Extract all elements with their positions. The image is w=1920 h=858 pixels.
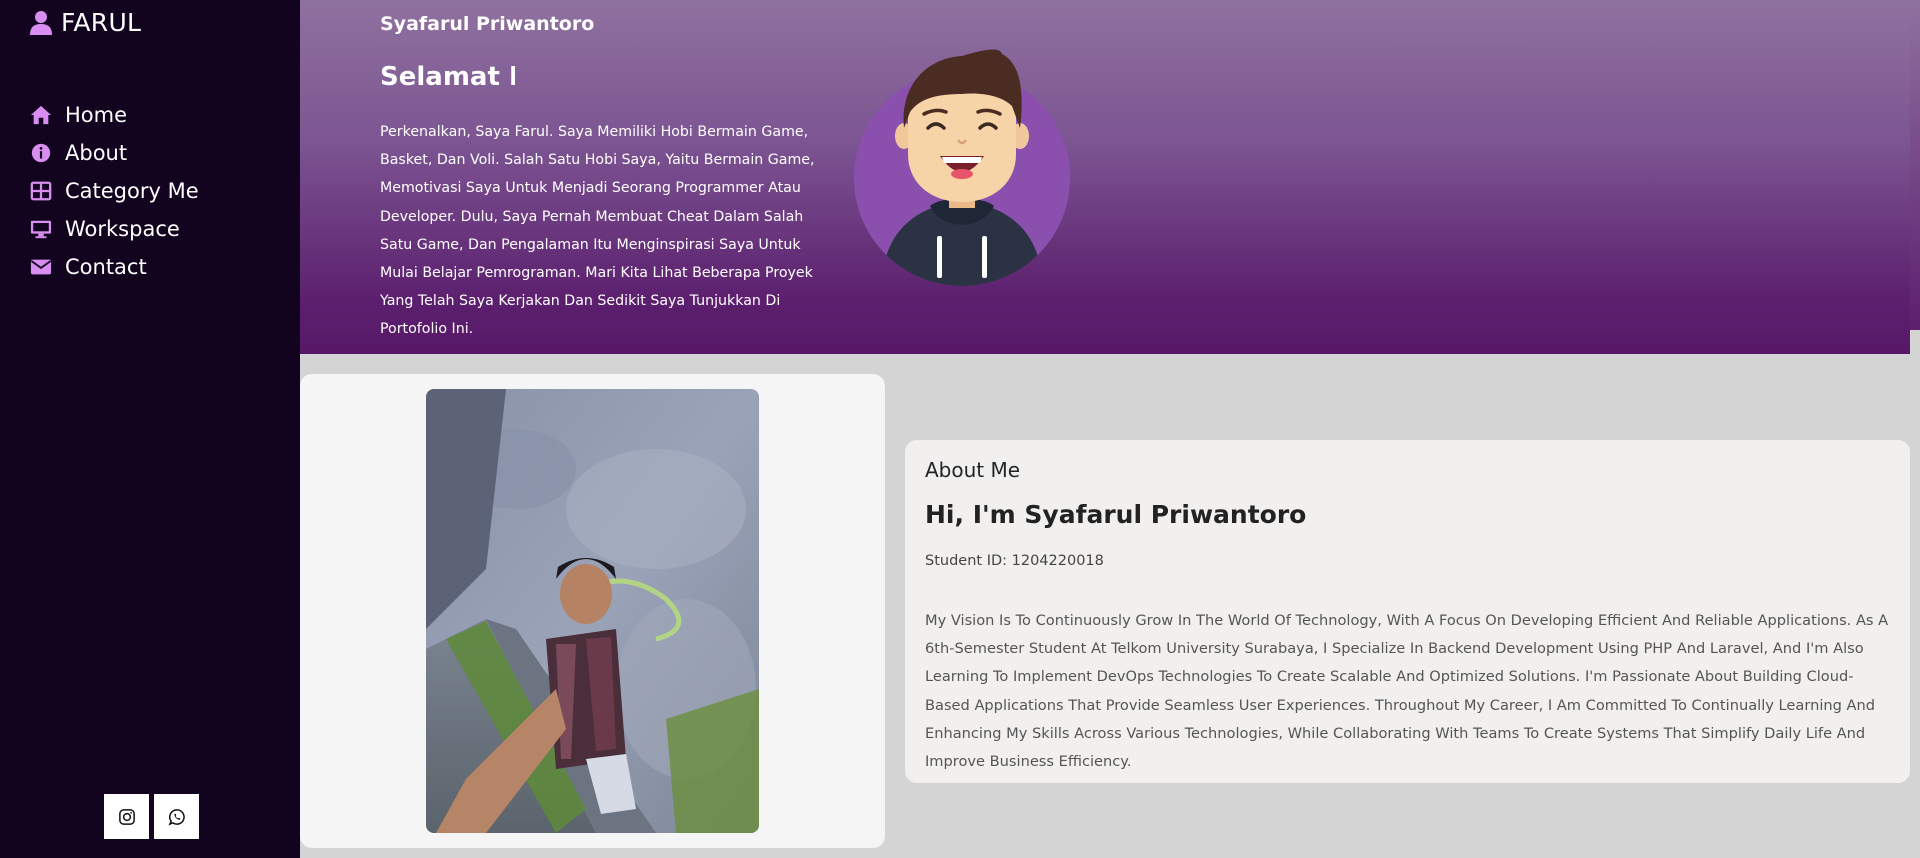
sidebar-item-label: Home bbox=[65, 103, 128, 127]
sidebar-item-contact[interactable]: Contact bbox=[29, 248, 199, 286]
social-links bbox=[104, 794, 199, 839]
avatar-illustration bbox=[852, 46, 1072, 286]
hero-section: Syafarul Priwantoro Selamat D Perkenalka… bbox=[300, 0, 1910, 354]
student-id: Student ID: 1204220018 bbox=[925, 553, 1104, 569]
sidebar-item-about[interactable]: About bbox=[29, 134, 199, 172]
sidebar-item-label: Contact bbox=[65, 255, 147, 279]
sidebar-item-label: About bbox=[65, 141, 128, 165]
sidebar-item-label: Workspace bbox=[65, 217, 180, 241]
info-icon bbox=[29, 141, 53, 165]
about-description: My Vision Is To Continuously Grow In The… bbox=[925, 612, 1889, 771]
grid-icon bbox=[29, 179, 53, 203]
whatsapp-icon bbox=[167, 808, 185, 826]
instagram-button[interactable] bbox=[104, 794, 149, 839]
hero-greeting: Selamat D bbox=[380, 62, 515, 92]
sidebar-item-home[interactable]: Home bbox=[29, 96, 199, 134]
instagram-icon bbox=[118, 808, 135, 825]
mail-icon bbox=[29, 255, 53, 279]
whatsapp-button[interactable] bbox=[154, 794, 199, 839]
about-card: About Me Hi, I'm Syafarul Priwantoro Stu… bbox=[905, 440, 1910, 783]
sidebar-nav: Home About Category Me Workspace Contact bbox=[29, 96, 199, 286]
sidebar: FARUL Home About Category Me Workspace C… bbox=[0, 0, 300, 858]
sidebar-item-label: Category Me bbox=[65, 179, 199, 203]
user-icon bbox=[30, 10, 52, 35]
brand-label: FARUL bbox=[61, 8, 142, 37]
profile-photo bbox=[426, 389, 759, 833]
monitor-icon bbox=[29, 217, 53, 241]
brand[interactable]: FARUL bbox=[29, 8, 141, 37]
hero-edge bbox=[1910, 0, 1920, 330]
about-title: Hi, I'm Syafarul Priwantoro bbox=[925, 500, 1307, 529]
about-label: About Me bbox=[925, 458, 1021, 482]
profile-photo-card bbox=[300, 374, 885, 848]
home-icon bbox=[29, 103, 53, 127]
hero-name: Syafarul Priwantoro bbox=[380, 13, 595, 35]
sidebar-item-category[interactable]: Category Me bbox=[29, 172, 199, 210]
sidebar-item-workspace[interactable]: Workspace bbox=[29, 210, 199, 248]
hero-intro: Perkenalkan, Saya Farul. Saya Memiliki H… bbox=[380, 124, 815, 338]
